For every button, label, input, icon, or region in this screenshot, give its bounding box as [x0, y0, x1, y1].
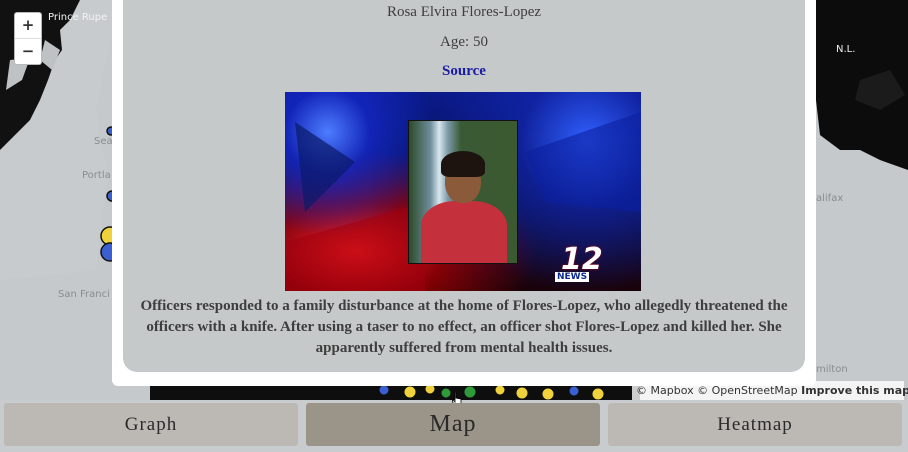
- source-link[interactable]: Source: [123, 63, 805, 80]
- victim-age: Age: 50: [440, 34, 488, 50]
- incident-marker: [591, 387, 605, 400]
- victim-photo: 12 NEWS: [285, 92, 641, 291]
- incident-description: Officers responded to a family disturban…: [140, 298, 788, 356]
- incident-marker: [403, 385, 417, 399]
- portrait-hair: [441, 151, 485, 177]
- portrait-body: [421, 201, 507, 263]
- incident-popup: Rosa Elvira Flores-Lopez Age: 50 Source …: [123, 0, 805, 372]
- incident-marker: [541, 387, 555, 400]
- incident-marker: [494, 384, 506, 396]
- zoom-control: + −: [14, 12, 42, 65]
- incident-marker: [568, 385, 580, 397]
- victim-portrait: [408, 120, 518, 264]
- view-tabs: Graph Map Heatmap: [0, 400, 908, 452]
- tab-heatmap[interactable]: Heatmap: [608, 403, 902, 446]
- tab-map[interactable]: Map: [306, 403, 600, 446]
- incident-marker: [515, 386, 529, 400]
- news-12-logo: 12 NEWS: [555, 242, 603, 282]
- incident-marker: [378, 384, 390, 396]
- victim-name: Rosa Elvira Flores-Lopez: [386, 4, 542, 20]
- tab-graph[interactable]: Graph: [4, 403, 298, 446]
- incident-marker: [440, 387, 452, 399]
- improve-map-link[interactable]: Improve this map: [801, 384, 908, 397]
- zoom-in-button[interactable]: +: [15, 13, 41, 38]
- zoom-out-button[interactable]: −: [15, 38, 41, 64]
- incident-marker: [463, 385, 477, 399]
